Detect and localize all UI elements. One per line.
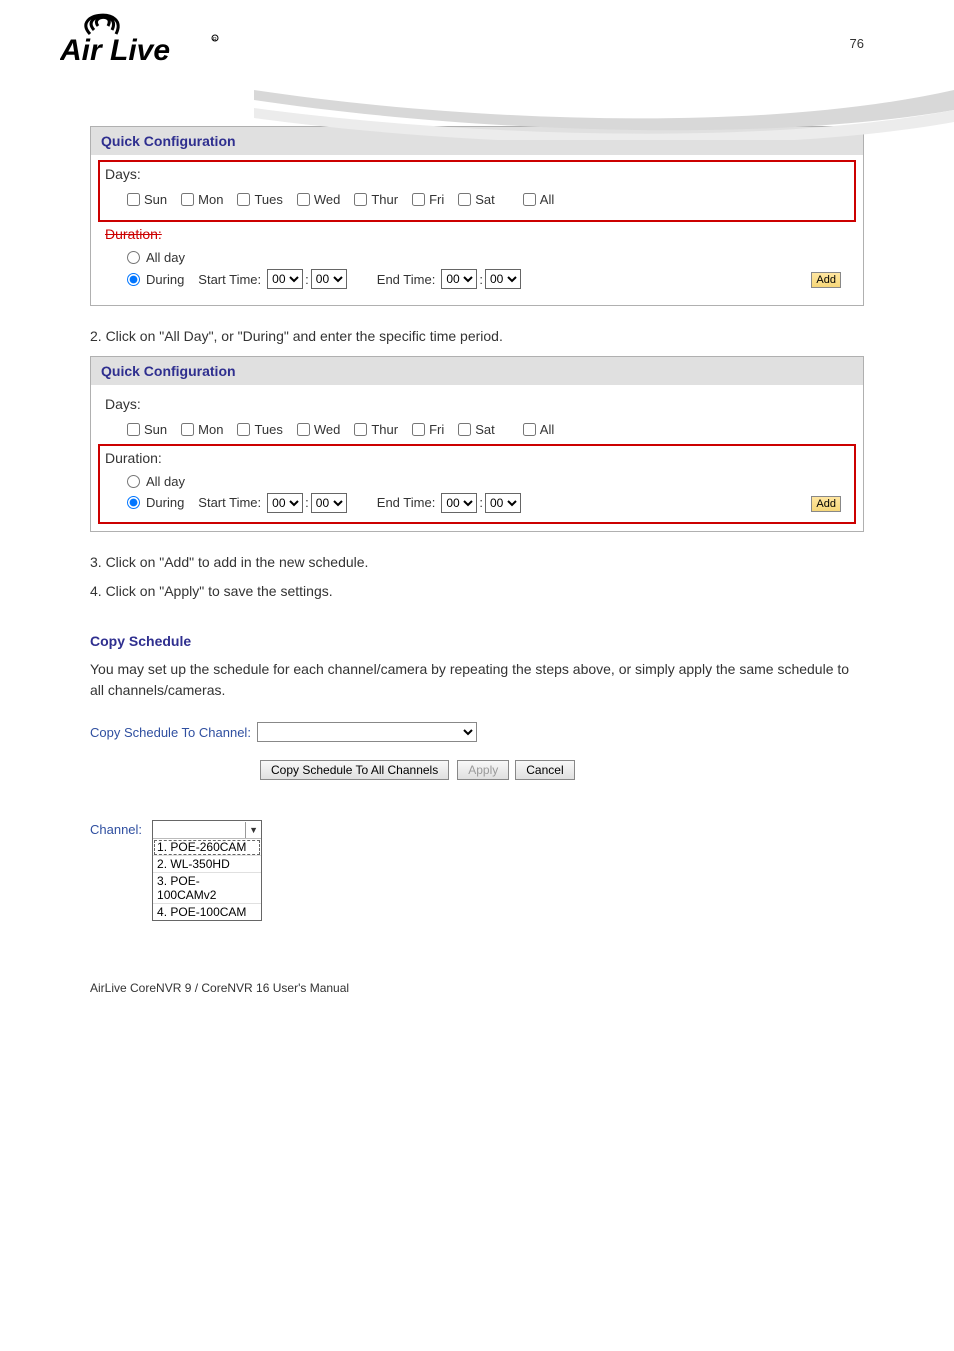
- allday-label: All day: [146, 250, 185, 265]
- footer-text: AirLive CoreNVR 9 / CoreNVR 16 User's Ma…: [90, 981, 864, 995]
- start-time-label: Start Time:: [198, 272, 261, 287]
- days-label: Days:: [101, 163, 851, 188]
- day-wed[interactable]: Wed: [297, 422, 341, 437]
- copy-all-button[interactable]: Copy Schedule To All Channels: [260, 760, 449, 780]
- channel-option[interactable]: 3. POE-100CAMv2: [153, 873, 261, 904]
- end-hh[interactable]: 00: [441, 269, 477, 289]
- header: Air Live R: [0, 0, 954, 120]
- copy-schedule-heading: Copy Schedule: [90, 631, 864, 653]
- channel-option[interactable]: 1. POE-260CAM: [153, 839, 261, 856]
- during-row: During Start Time: 00 : 00 End Time: 00 …: [101, 491, 811, 515]
- allday-row: All day: [101, 248, 853, 267]
- start-hh[interactable]: 00: [267, 269, 303, 289]
- during-label: During: [146, 495, 184, 510]
- allday-radio[interactable]: [127, 475, 140, 488]
- copy-schedule-area: Copy Schedule To Channel: Copy Schedule …: [90, 722, 864, 780]
- day-all[interactable]: All: [523, 422, 554, 437]
- channel-option[interactable]: 2. WL-350HD: [153, 856, 261, 873]
- instruction-2: 2. Click on "All Day", or "During" and e…: [90, 326, 864, 348]
- day-all[interactable]: All: [523, 192, 554, 207]
- day-wed[interactable]: Wed: [297, 192, 341, 207]
- days-label: Days:: [101, 393, 853, 418]
- allday-label: All day: [146, 474, 185, 489]
- day-fri[interactable]: Fri: [412, 422, 444, 437]
- days-highlight: Days: Sun Mon Tues Wed Thur Fri Sat All: [99, 161, 855, 221]
- during-radio[interactable]: [127, 496, 140, 509]
- day-sun[interactable]: Sun: [127, 192, 167, 207]
- end-time-label: End Time:: [377, 272, 436, 287]
- during-radio[interactable]: [127, 273, 140, 286]
- allday-radio[interactable]: [127, 251, 140, 264]
- apply-button[interactable]: Apply: [457, 760, 509, 780]
- day-tues[interactable]: Tues: [237, 422, 282, 437]
- end-mm[interactable]: 00: [485, 493, 521, 513]
- add-button[interactable]: Add: [811, 496, 841, 512]
- allday-row: All day: [101, 472, 853, 491]
- day-sat[interactable]: Sat: [458, 192, 495, 207]
- page-number: 76: [850, 36, 864, 51]
- end-hh[interactable]: 00: [441, 493, 477, 513]
- logo: Air Live R: [60, 8, 230, 68]
- header-swoosh: [254, 80, 954, 140]
- quick-config-panel-2: Quick Configuration Days: Sun Mon Tues W…: [90, 356, 864, 532]
- copy-schedule-label: Copy Schedule To Channel:: [90, 725, 251, 740]
- end-mm[interactable]: 00: [485, 269, 521, 289]
- channel-option[interactable]: 4. POE-100CAM: [153, 904, 261, 920]
- svg-text:R: R: [213, 37, 217, 43]
- during-row: During Start Time: 00 : 00 End Time: 00 …: [101, 267, 811, 291]
- end-time-label: End Time:: [377, 495, 436, 510]
- start-mm[interactable]: 00: [311, 493, 347, 513]
- channel-area: Channel: ▼ 1. POE-260CAM 2. WL-350HD 3. …: [90, 820, 864, 921]
- svg-text:Air Live: Air Live: [60, 34, 170, 67]
- day-mon[interactable]: Mon: [181, 422, 223, 437]
- channel-label: Channel:: [90, 820, 142, 837]
- day-fri[interactable]: Fri: [412, 192, 444, 207]
- day-tues[interactable]: Tues: [237, 192, 282, 207]
- start-time-label: Start Time:: [198, 495, 261, 510]
- instruction-3: 3. Click on "Add" to add in the new sche…: [90, 552, 864, 574]
- copy-schedule-select[interactable]: [257, 722, 477, 742]
- days-checks: Sun Mon Tues Wed Thur Fri Sat All: [101, 418, 853, 445]
- day-thur[interactable]: Thur: [354, 192, 398, 207]
- day-mon[interactable]: Mon: [181, 192, 223, 207]
- duration-highlight: Duration: All day During Start Time: 00 …: [99, 445, 855, 523]
- duration-label-strike: Duration:: [101, 223, 853, 248]
- during-label: During: [146, 272, 184, 287]
- add-button[interactable]: Add: [811, 272, 841, 288]
- day-thur[interactable]: Thur: [354, 422, 398, 437]
- instruction-4: 4. Click on "Apply" to save the settings…: [90, 581, 864, 603]
- start-hh[interactable]: 00: [267, 493, 303, 513]
- panel-title: Quick Configuration: [91, 357, 863, 385]
- day-sat[interactable]: Sat: [458, 422, 495, 437]
- start-mm[interactable]: 00: [311, 269, 347, 289]
- cancel-button[interactable]: Cancel: [515, 760, 574, 780]
- channel-dropdown[interactable]: ▼ 1. POE-260CAM 2. WL-350HD 3. POE-100CA…: [152, 820, 262, 921]
- duration-label: Duration:: [101, 447, 853, 472]
- channel-list: 1. POE-260CAM 2. WL-350HD 3. POE-100CAMv…: [153, 839, 261, 920]
- copy-schedule-desc: You may set up the schedule for each cha…: [90, 659, 864, 702]
- quick-config-panel-1: Quick Configuration Days: Sun Mon Tues W…: [90, 126, 864, 306]
- days-checks: Sun Mon Tues Wed Thur Fri Sat All: [101, 188, 851, 215]
- channel-select-top[interactable]: ▼: [153, 821, 261, 839]
- day-sun[interactable]: Sun: [127, 422, 167, 437]
- chevron-down-icon: ▼: [245, 822, 261, 838]
